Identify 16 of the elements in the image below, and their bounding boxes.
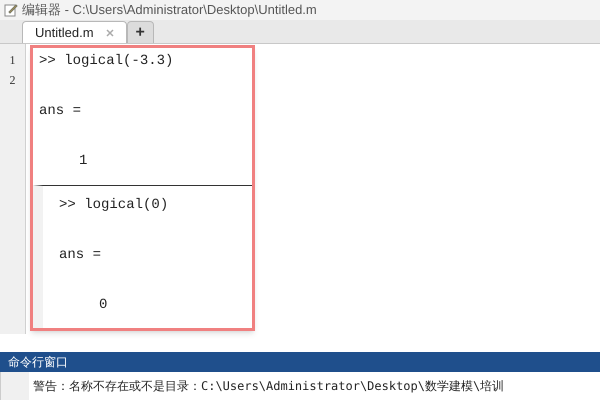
gutter — [1, 372, 29, 400]
result-value: 0 — [98, 296, 108, 314]
result-value: 1 — [78, 152, 88, 170]
line-number: 1 — [10, 52, 16, 68]
close-icon[interactable] — [106, 28, 114, 36]
result-label: ans = — [39, 102, 82, 120]
tab[interactable]: Untitled.m — [22, 21, 127, 43]
panel-title: 命令行窗口 — [8, 354, 68, 371]
tab[interactable]: + — [126, 21, 154, 43]
warning-message: 警告：名称不存在或不是目录：C:\Users\Administrator\Desktop\数学建模\培训 — [33, 378, 506, 395]
pencil-note-icon — [4, 3, 18, 17]
command: >> logical(0) — [59, 196, 170, 214]
command: >> logical(-3.3) — [39, 52, 174, 70]
line-number: 2 — [10, 72, 16, 88]
window-title: 编辑器 - C:\Users\Administrator\Desktop\Untitled.m — [22, 1, 317, 20]
result-label: ans = — [59, 246, 102, 264]
